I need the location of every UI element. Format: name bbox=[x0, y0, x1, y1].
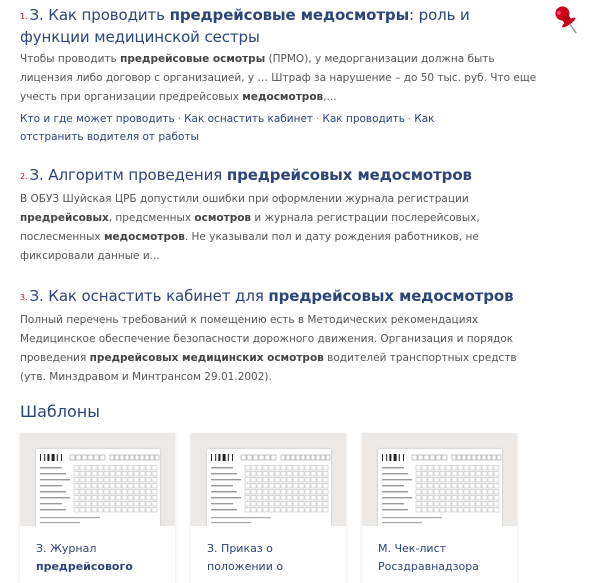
document-preview bbox=[211, 454, 331, 524]
search-result-1: 1. З. Как проводить предрейсовые медосмот… bbox=[20, 5, 540, 146]
snippet-highlight: предрейсовых bbox=[20, 212, 109, 224]
snippet-highlight: осмотров bbox=[194, 212, 252, 224]
document-sheet bbox=[378, 449, 502, 526]
template-title-line: М. Чек-лист bbox=[378, 542, 447, 555]
section-link[interactable]: Кто и где может проводить bbox=[20, 113, 175, 125]
title-highlight: предрейсовых медосмотров bbox=[226, 166, 472, 184]
template-title-line: З. Журнал bbox=[36, 542, 97, 555]
section-link[interactable]: Как оснастить кабинет bbox=[184, 113, 313, 125]
snippet-text: Чтобы проводить bbox=[20, 53, 121, 65]
result-number: 1. bbox=[20, 12, 28, 21]
template-title-line: Росздравнадзора bbox=[378, 560, 479, 573]
template-title-line: положении о bbox=[207, 560, 284, 573]
template-thumbnail bbox=[20, 433, 175, 526]
link-separator: · bbox=[407, 113, 412, 125]
search-result-2: 2. З. Алгоритм проведения предрейсовых ме… bbox=[20, 165, 540, 266]
result-snippet: Полный перечень требований к помещению е… bbox=[20, 311, 540, 387]
pushpin-icon[interactable] bbox=[553, 3, 581, 37]
title-prefix: З. Алгоритм проведения bbox=[29, 166, 227, 184]
link-separator: · bbox=[177, 113, 182, 125]
template-card[interactable]: З. Журнал предрейсового bbox=[20, 433, 175, 583]
template-title-line: З. Приказ о bbox=[207, 542, 273, 555]
template-title[interactable]: М. Чек-лист Росздравнадзора bbox=[378, 540, 508, 576]
template-thumbnail bbox=[191, 433, 346, 526]
title-highlight: предрейсовые медосмотры bbox=[169, 6, 410, 24]
document-preview bbox=[382, 454, 502, 524]
search-result-3: 3. З. Как оснастить кабинет для предрейсо… bbox=[20, 286, 540, 387]
link-separator: · bbox=[316, 113, 320, 125]
snippet-text: ,... bbox=[323, 91, 337, 103]
document-preview bbox=[40, 454, 160, 524]
snippet-text: В ОБУЗ Шуйская ЦРБ допустили ошибки при … bbox=[20, 193, 469, 205]
template-card[interactable]: М. Чек-лист Росздравнадзора bbox=[362, 433, 517, 583]
title-highlight: предрейсовых медосмотров bbox=[268, 287, 514, 305]
result-number: 2. bbox=[20, 172, 28, 181]
result-title-link[interactable]: 3. З. Как оснастить кабинет для предрейсо… bbox=[20, 286, 540, 308]
title-prefix: З. Как оснастить кабинет для bbox=[29, 287, 269, 305]
snippet-highlight: предрейсовые осмотры bbox=[120, 53, 266, 65]
document-sheet bbox=[207, 449, 331, 526]
snippet-highlight: медосмотров bbox=[103, 231, 185, 243]
templates-heading: Шаблоны bbox=[20, 402, 100, 421]
document-sheet bbox=[36, 449, 160, 526]
result-title-link[interactable]: 2. З. Алгоритм проведения предрейсовых ме… bbox=[20, 165, 540, 187]
result-snippet: Чтобы проводить предрейсовые осмотры (ПР… bbox=[20, 50, 540, 107]
template-title-line: предрейсового bbox=[36, 560, 133, 573]
result-number: 3. bbox=[20, 293, 28, 302]
template-title[interactable]: З. Приказ о положении о bbox=[207, 540, 337, 576]
result-snippet: В ОБУЗ Шуйская ЦРБ допустили ошибки при … bbox=[20, 190, 540, 266]
template-card[interactable]: З. Приказ о положении о bbox=[191, 433, 346, 583]
result-section-links: Кто и где может проводить · Как оснастить … bbox=[20, 110, 490, 146]
section-link[interactable]: Как проводить bbox=[322, 113, 405, 125]
template-thumbnail bbox=[362, 433, 517, 526]
result-title-link[interactable]: 1. З. Как проводить предрейсовые медосмот… bbox=[20, 5, 540, 47]
snippet-highlight: предрейсовых медицинских осмотров bbox=[89, 352, 324, 364]
snippet-text: , предсменных bbox=[108, 212, 195, 224]
snippet-highlight: медосмотров bbox=[242, 91, 324, 103]
template-title[interactable]: З. Журнал предрейсового bbox=[36, 540, 166, 576]
title-prefix: З. Как проводить bbox=[29, 6, 170, 24]
